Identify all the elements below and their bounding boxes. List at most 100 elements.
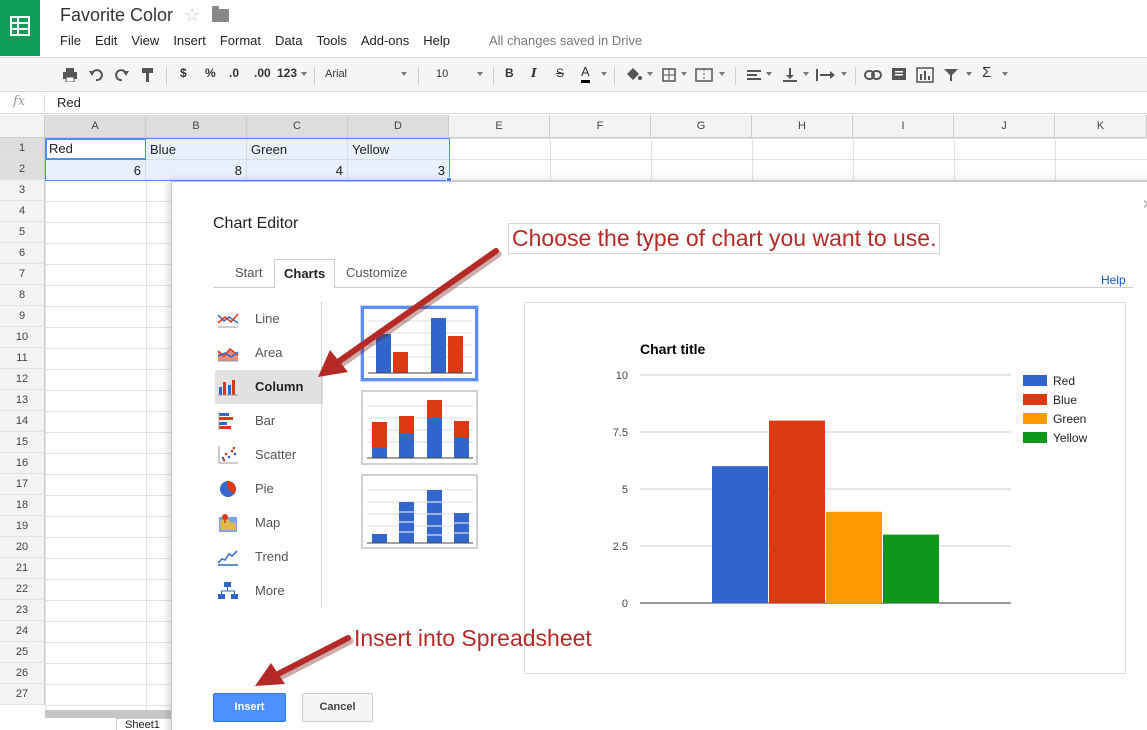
tab-customize[interactable]: Customize xyxy=(346,265,407,280)
tab-charts[interactable]: Charts xyxy=(274,259,336,289)
cell-d1[interactable]: Yellow xyxy=(348,139,450,160)
font-family-select[interactable]: Arial xyxy=(325,68,347,80)
functions-button[interactable]: Σ xyxy=(982,64,991,81)
column-header[interactable]: J xyxy=(954,115,1055,138)
chart-type-scatter[interactable]: Scatter xyxy=(215,438,323,472)
row-header[interactable]: 22 xyxy=(0,579,45,600)
strikethrough-button[interactable]: S xyxy=(556,66,564,80)
row-header[interactable]: 3 xyxy=(0,180,45,201)
menu-view[interactable]: View xyxy=(131,33,159,48)
row-header[interactable]: 23 xyxy=(0,600,45,621)
help-link[interactable]: Help xyxy=(1101,273,1126,287)
row-header[interactable]: 12 xyxy=(0,369,45,390)
sheets-logo-icon[interactable] xyxy=(0,0,40,56)
menu-data[interactable]: Data xyxy=(275,33,302,48)
menu-tools[interactable]: Tools xyxy=(316,33,346,48)
row-header[interactable]: 20 xyxy=(0,537,45,558)
chart-type-bar[interactable]: Bar xyxy=(215,404,323,438)
row-header[interactable]: 11 xyxy=(0,348,45,369)
cell-b2[interactable]: 8 xyxy=(146,160,247,181)
font-size-select[interactable]: 10 xyxy=(436,68,448,80)
sheet-tab[interactable]: Sheet1 xyxy=(116,718,176,730)
horizontal-scrollbar[interactable] xyxy=(45,710,171,718)
decrease-decimal-button[interactable]: .0 xyxy=(229,66,239,80)
row-header[interactable]: 17 xyxy=(0,474,45,495)
cell-a1[interactable]: Red xyxy=(45,138,147,160)
row-header[interactable]: 9 xyxy=(0,306,45,327)
italic-button[interactable]: I xyxy=(531,66,537,80)
bold-button[interactable]: B xyxy=(505,66,514,80)
chart-type-trend[interactable]: Trend xyxy=(215,540,323,574)
row-header[interactable]: 16 xyxy=(0,453,45,474)
select-all-corner[interactable] xyxy=(0,115,45,138)
vertical-align-icon[interactable] xyxy=(782,67,798,83)
close-icon[interactable]: ✕ xyxy=(1142,196,1147,213)
insert-comment-icon[interactable] xyxy=(891,67,907,83)
menu-insert[interactable]: Insert xyxy=(173,33,206,48)
row-header[interactable]: 1 xyxy=(0,138,45,159)
text-color-button[interactable]: A xyxy=(581,64,590,83)
number-format-button[interactable]: 123 xyxy=(277,66,297,80)
chart-type-column[interactable]: Column xyxy=(215,370,323,404)
row-header[interactable]: 2 xyxy=(0,159,45,180)
row-header[interactable]: 6 xyxy=(0,243,45,264)
row-header[interactable]: 24 xyxy=(0,621,45,642)
cell-b1[interactable]: Blue xyxy=(146,139,247,160)
document-title[interactable]: Favorite Color xyxy=(60,5,173,26)
column-header[interactable]: H xyxy=(752,115,853,138)
row-header[interactable]: 15 xyxy=(0,432,45,453)
cell-d2[interactable]: 3 xyxy=(348,160,450,181)
cell-c1[interactable]: Green xyxy=(247,139,348,160)
cell-a2[interactable]: 6 xyxy=(45,160,146,181)
align-left-icon[interactable] xyxy=(746,68,762,82)
undo-icon[interactable] xyxy=(88,68,104,82)
currency-button[interactable]: $ xyxy=(180,66,187,80)
filter-icon[interactable] xyxy=(943,68,959,82)
paint-format-icon[interactable] xyxy=(140,67,156,83)
fill-color-icon[interactable] xyxy=(624,67,642,83)
row-header[interactable]: 25 xyxy=(0,642,45,663)
chart-type-map[interactable]: Map xyxy=(215,506,323,540)
chart-type-area[interactable]: Area xyxy=(215,336,323,370)
row-header[interactable]: 13 xyxy=(0,390,45,411)
column-header[interactable]: G xyxy=(651,115,752,138)
increase-decimal-button[interactable]: .00 xyxy=(254,66,271,80)
text-wrap-icon[interactable] xyxy=(816,68,836,82)
column-header[interactable]: D xyxy=(348,115,449,138)
column-header[interactable]: I xyxy=(853,115,954,138)
folder-icon[interactable] xyxy=(212,6,229,22)
row-header[interactable]: 18 xyxy=(0,495,45,516)
menu-addons[interactable]: Add-ons xyxy=(361,33,409,48)
insert-chart-icon[interactable] xyxy=(916,67,934,83)
insert-button[interactable]: Insert xyxy=(213,693,286,722)
insert-link-icon[interactable] xyxy=(864,69,882,81)
row-header[interactable]: 27 xyxy=(0,684,45,705)
row-header[interactable]: 4 xyxy=(0,201,45,222)
column-header[interactable]: E xyxy=(449,115,550,138)
column-header[interactable]: B xyxy=(146,115,247,138)
row-header[interactable]: 21 xyxy=(0,558,45,579)
star-icon[interactable]: ☆ xyxy=(184,5,200,26)
chart-type-more[interactable]: More xyxy=(215,574,323,608)
column-header[interactable]: A xyxy=(45,115,146,138)
menu-edit[interactable]: Edit xyxy=(95,33,117,48)
row-header[interactable]: 19 xyxy=(0,516,45,537)
redo-icon[interactable] xyxy=(114,68,130,82)
formula-input[interactable]: Red xyxy=(57,95,81,110)
row-header[interactable]: 7 xyxy=(0,264,45,285)
menu-format[interactable]: Format xyxy=(220,33,261,48)
cancel-button[interactable]: Cancel xyxy=(302,693,373,722)
cell-c2[interactable]: 4 xyxy=(247,160,348,181)
column-header[interactable]: C xyxy=(247,115,348,138)
borders-icon[interactable] xyxy=(662,68,676,82)
row-header[interactable]: 10 xyxy=(0,327,45,348)
chart-thumbnail-column-clustered[interactable] xyxy=(361,306,478,381)
row-header[interactable]: 26 xyxy=(0,663,45,684)
row-header[interactable]: 14 xyxy=(0,411,45,432)
chart-thumbnail-column-100-stacked[interactable] xyxy=(361,474,478,549)
chart-type-pie[interactable]: Pie xyxy=(215,472,323,506)
menu-file[interactable]: File xyxy=(60,33,81,48)
chart-thumbnail-column-stacked[interactable] xyxy=(361,390,478,465)
row-header[interactable]: 8 xyxy=(0,285,45,306)
row-header[interactable]: 5 xyxy=(0,222,45,243)
